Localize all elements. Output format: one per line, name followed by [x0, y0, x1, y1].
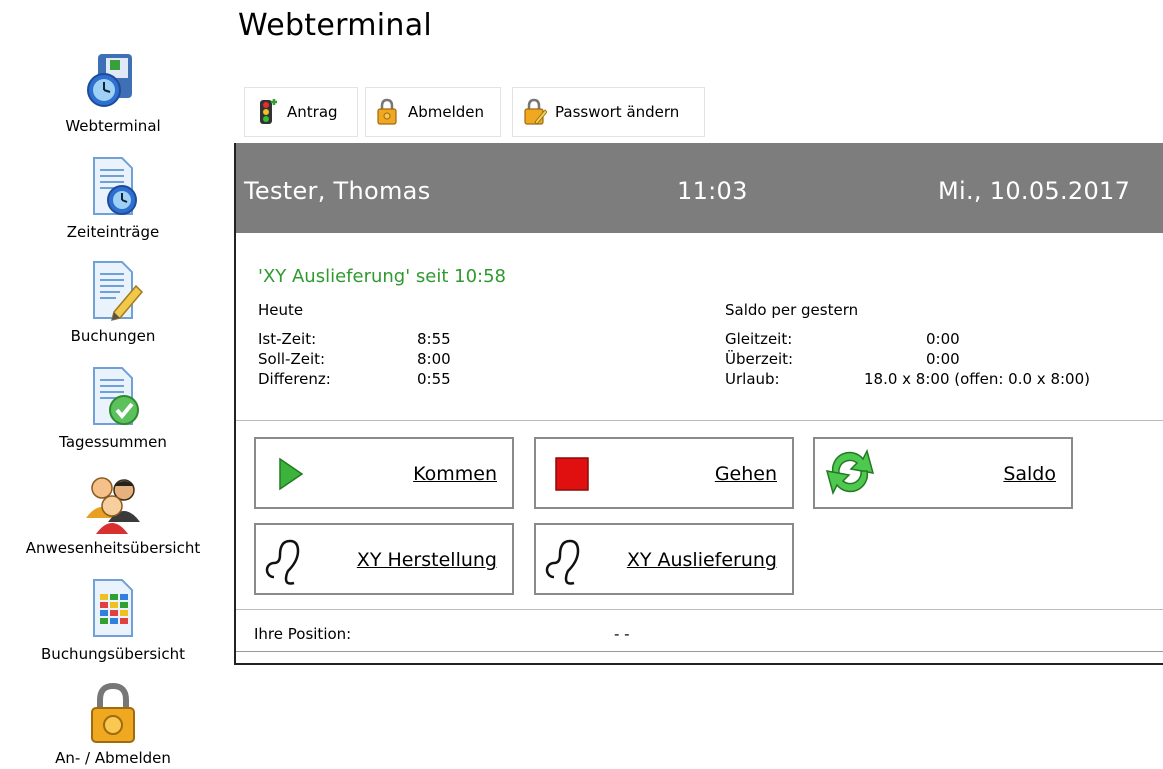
current-activity-status: 'XY Auslieferung' seit 10:58: [258, 266, 507, 287]
sidebar: Webterminal Zeiteinträge Buchungen Tages…: [0, 0, 226, 769]
sidebar-item-an-abmelden[interactable]: An- / Abmelden: [0, 682, 226, 767]
sidebar-item-anwesenheitsuebersicht[interactable]: Anwesenheitsübersicht: [0, 472, 226, 557]
sidebar-item-webterminal[interactable]: Webterminal: [0, 50, 226, 135]
sidebar-item-label: Buchungen: [70, 327, 156, 345]
sidebar-item-label: Anwesenheitsübersicht: [25, 539, 201, 557]
refresh-icon: [825, 448, 875, 496]
divider: [236, 420, 1163, 421]
saldo-button[interactable]: Saldo: [813, 437, 1073, 509]
user-name: Tester, Thomas: [244, 177, 431, 205]
sidebar-item-buchungen[interactable]: Buchungen: [0, 260, 226, 345]
leo-symbol-icon: [265, 539, 300, 585]
today-value: 8:55: [417, 330, 451, 348]
webterminal-icon: [87, 54, 132, 107]
attendance-icon: [86, 477, 140, 534]
divider: [236, 651, 1163, 652]
passwort-aendern-label: Passwort ändern: [555, 103, 680, 121]
today-value: 0:55: [417, 370, 451, 388]
xy-auslieferung-label: XY Auslieferung: [626, 549, 777, 571]
today-heading: Heute: [258, 301, 304, 319]
saldo-heading: Saldo per gestern: [725, 301, 859, 319]
position-label: Ihre Position:: [254, 625, 352, 643]
current-date: Mi., 10.05.2017: [938, 177, 1131, 205]
xy-herstellung-button[interactable]: XY Herstellung: [254, 523, 514, 595]
sidebar-item-tagessummen[interactable]: Tagessummen: [0, 366, 226, 451]
lock-icon: [377, 98, 397, 125]
passwort-aendern-button[interactable]: Passwort ändern: [512, 87, 705, 137]
saldo-label: Gleitzeit:: [725, 330, 793, 348]
antrag-label: Antrag: [287, 103, 338, 121]
saldo-value: 0:00: [926, 330, 960, 348]
today-label: Differenz:: [258, 370, 331, 388]
sidebar-item-zeiteintraege[interactable]: Zeiteinträge: [0, 156, 226, 241]
stop-icon: [555, 457, 589, 491]
terminal-header: Tester, Thomas 11:03 Mi., 10.05.2017: [236, 143, 1163, 233]
today-label: Soll-Zeit:: [258, 350, 326, 368]
play-icon: [279, 457, 304, 491]
saldo-label: Urlaub:: [725, 370, 780, 388]
divider: [236, 609, 1163, 610]
today-value: 8:00: [417, 350, 451, 368]
saldo-value: 0:00: [926, 350, 960, 368]
abmelden-button[interactable]: Abmelden: [365, 87, 501, 137]
sidebar-item-label: Webterminal: [65, 117, 161, 135]
today-label: Ist-Zeit:: [258, 330, 317, 348]
saldo-label: Saldo: [1003, 463, 1056, 485]
lock-edit-icon: [524, 98, 547, 125]
sidebar-item-label: An- / Abmelden: [55, 749, 171, 767]
position-value: - -: [614, 625, 630, 643]
sidebar-item-buchungsuebersicht[interactable]: Buchungsübersicht: [0, 578, 226, 663]
gehen-button[interactable]: Gehen: [534, 437, 794, 509]
abmelden-label: Abmelden: [408, 103, 485, 121]
saldo-value: 18.0 x 8:00 (offen: 0.0 x 8:00): [864, 370, 1090, 388]
leo-symbol-icon: [545, 539, 580, 585]
kommen-label: Kommen: [413, 463, 497, 485]
saldo-label: Überzeit:: [725, 350, 794, 368]
antrag-button[interactable]: Antrag: [244, 87, 358, 137]
daily-totals-icon: [93, 367, 139, 425]
gehen-label: Gehen: [714, 463, 777, 485]
xy-auslieferung-button[interactable]: XY Auslieferung: [534, 523, 794, 595]
kommen-button[interactable]: Kommen: [254, 437, 514, 509]
current-time: 11:03: [677, 177, 748, 205]
booking-overview-icon: [93, 579, 133, 637]
page-title: Webterminal: [238, 8, 433, 43]
xy-herstellung-label: XY Herstellung: [356, 549, 497, 571]
lock-icon: [91, 682, 135, 743]
sidebar-item-label: Tagessummen: [59, 433, 167, 451]
sidebar-item-label: Buchungsübersicht: [41, 645, 185, 663]
time-entries-icon: [93, 157, 137, 215]
sidebar-item-label: Zeiteinträge: [66, 223, 160, 241]
bookings-icon: [93, 261, 144, 322]
traffic-light-add-icon: [260, 99, 277, 124]
